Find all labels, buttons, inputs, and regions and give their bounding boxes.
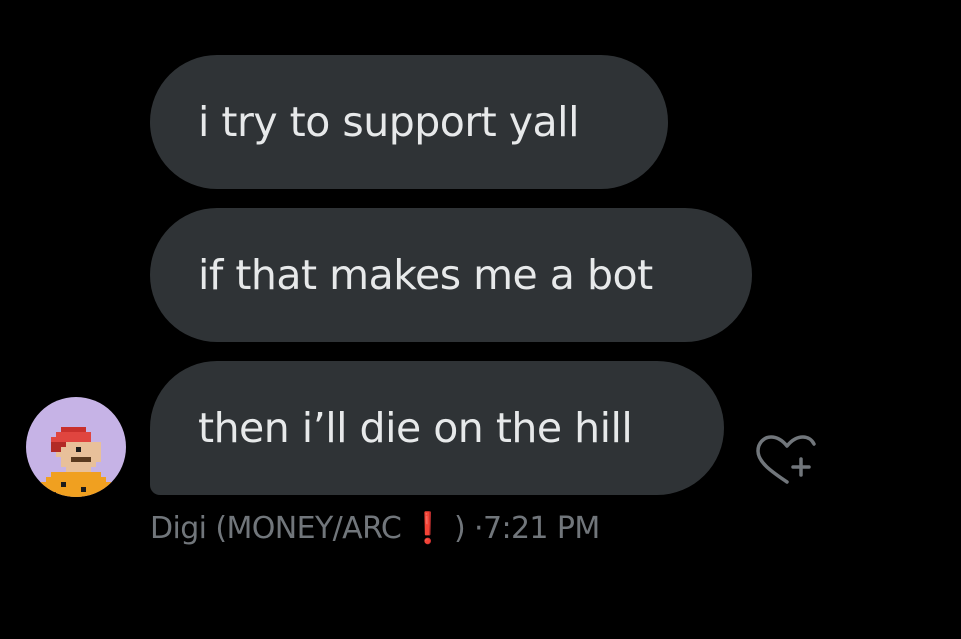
message-bubble[interactable]: if that makes me a bot (150, 208, 752, 342)
avatar[interactable] (26, 397, 126, 497)
exclamation-emoji-icon: ❗ (409, 511, 446, 546)
message-meta: Digi (MONEY/ARC ❗) ·7:21 PM (150, 508, 600, 550)
meta-separator: · (474, 511, 484, 546)
react-button[interactable] (752, 432, 822, 488)
pixel-character-avatar-icon (41, 427, 111, 497)
sender-name-suffix: ) (453, 511, 466, 546)
message-text: i try to support yall (198, 98, 579, 146)
message-text: then i’ll die on the hill (198, 404, 633, 452)
heart-plus-icon (756, 435, 816, 484)
message-text: if that makes me a bot (198, 251, 653, 299)
timestamp: 7:21 PM (482, 511, 600, 546)
message-bubble[interactable]: i try to support yall (150, 55, 668, 189)
message-bubble[interactable]: then i’ll die on the hill (150, 361, 724, 495)
sender-name[interactable]: Digi (MONEY/ARC (150, 511, 402, 546)
